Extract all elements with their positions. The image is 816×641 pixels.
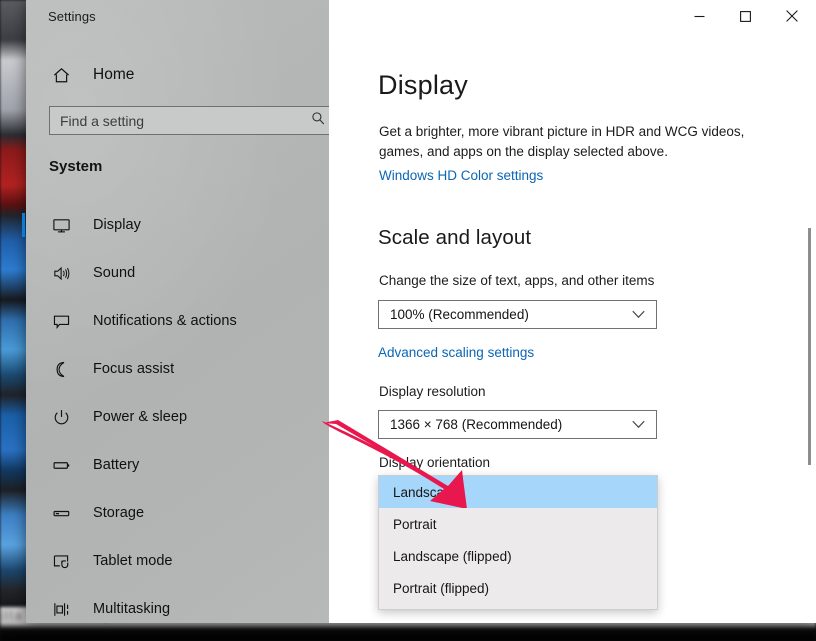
taskbar-word-1: illa — [0, 608, 24, 623]
orientation-label: Display orientation — [379, 455, 491, 470]
screen: illa Google march Settings Home Find a s… — [0, 0, 816, 641]
selection-indicator — [22, 213, 25, 237]
battery-icon — [46, 456, 76, 475]
scale-label: Change the size of text, apps, and other… — [379, 273, 655, 288]
monitor-icon — [46, 216, 76, 235]
orientation-dropdown-list: Landscape Portrait Landscape (flipped) P… — [378, 475, 658, 610]
power-icon — [46, 408, 76, 427]
close-button[interactable] — [768, 0, 816, 32]
orientation-option-landscape-flipped[interactable]: Landscape (flipped) — [379, 540, 657, 572]
moon-icon — [46, 360, 76, 379]
sidebar-item-battery[interactable]: Battery — [26, 445, 329, 485]
sidebar-item-storage[interactable]: Storage — [26, 493, 329, 533]
sidebar-item-home[interactable]: Home — [26, 56, 329, 94]
sidebar-item-display-label: Display — [93, 217, 141, 233]
hdr-description: Get a brighter, more vibrant picture in … — [379, 124, 745, 159]
window-titlebar — [329, 0, 816, 32]
maximize-button[interactable] — [722, 0, 768, 32]
sidebar-group-label: System — [49, 158, 103, 175]
sidebar-item-multitasking[interactable]: Multitasking — [26, 589, 329, 629]
orientation-option-portrait-flipped[interactable]: Portrait (flipped) — [379, 572, 657, 604]
home-icon — [46, 66, 76, 85]
sidebar-item-focus-assist-label: Focus assist — [93, 361, 175, 377]
windows-hd-color-settings-link[interactable]: Windows HD Color settings — [379, 168, 543, 183]
main-content: Display Get a brighter, more vibrant pic… — [329, 0, 816, 623]
resolution-value: 1366 × 768 (Recommended) — [390, 417, 563, 432]
sidebar-item-sound[interactable]: Sound — [26, 253, 329, 293]
sidebar-item-focus-assist[interactable]: Focus assist — [26, 349, 329, 389]
multitasking-icon — [46, 600, 76, 619]
resolution-dropdown[interactable]: 1366 × 768 (Recommended) — [378, 410, 657, 439]
search-placeholder: Find a setting — [60, 112, 145, 129]
sidebar-item-display[interactable]: Display — [22, 205, 329, 245]
scale-dropdown[interactable]: 100% (Recommended) — [378, 300, 657, 329]
orientation-option-portrait[interactable]: Portrait — [379, 508, 657, 540]
orientation-option-label: Portrait — [393, 516, 437, 532]
sidebar-item-multitasking-label: Multitasking — [93, 601, 171, 617]
speaker-icon — [46, 264, 76, 283]
sidebar: Settings Home Find a setting System Disp… — [22, 0, 336, 623]
sidebar-item-tablet-mode[interactable]: Tablet mode — [26, 541, 329, 581]
sidebar-item-notifications-label: Notifications & actions — [93, 313, 237, 329]
section-title-scale-and-layout: Scale and layout — [378, 226, 532, 249]
sidebar-item-battery-label: Battery — [93, 457, 140, 473]
settings-window: Settings Home Find a setting System Disp… — [22, 0, 816, 623]
minimize-button[interactable] — [676, 0, 722, 32]
notification-icon — [46, 312, 76, 331]
content-scrollbar-track[interactable] — [808, 34, 814, 594]
chevron-down-icon — [632, 416, 645, 434]
orientation-option-label: Landscape (flipped) — [393, 548, 512, 564]
storage-icon — [46, 504, 76, 523]
search-input[interactable]: Find a setting — [49, 106, 336, 135]
tablet-icon — [46, 552, 76, 571]
sidebar-item-tablet-mode-label: Tablet mode — [93, 553, 173, 569]
chevron-down-icon — [632, 306, 645, 324]
app-title: Settings — [48, 9, 96, 24]
sidebar-item-sound-label: Sound — [93, 265, 136, 281]
sidebar-item-storage-label: Storage — [93, 505, 145, 521]
sidebar-item-power-sleep-label: Power & sleep — [93, 409, 188, 425]
sidebar-item-home-label: Home — [93, 66, 135, 83]
sidebar-item-power-sleep[interactable]: Power & sleep — [26, 397, 329, 437]
advanced-scaling-settings-link[interactable]: Advanced scaling settings — [378, 345, 534, 360]
sidebar-item-notifications[interactable]: Notifications & actions — [26, 301, 329, 341]
resolution-label: Display resolution — [379, 384, 486, 399]
orientation-option-label: Landscape — [393, 484, 460, 500]
orientation-option-landscape[interactable]: Landscape — [379, 476, 657, 508]
search-icon — [311, 111, 326, 131]
scale-value: 100% (Recommended) — [390, 307, 529, 322]
page-title: Display — [378, 70, 468, 101]
content-scrollbar-thumb[interactable] — [808, 228, 811, 465]
orientation-option-label: Portrait (flipped) — [393, 580, 490, 596]
